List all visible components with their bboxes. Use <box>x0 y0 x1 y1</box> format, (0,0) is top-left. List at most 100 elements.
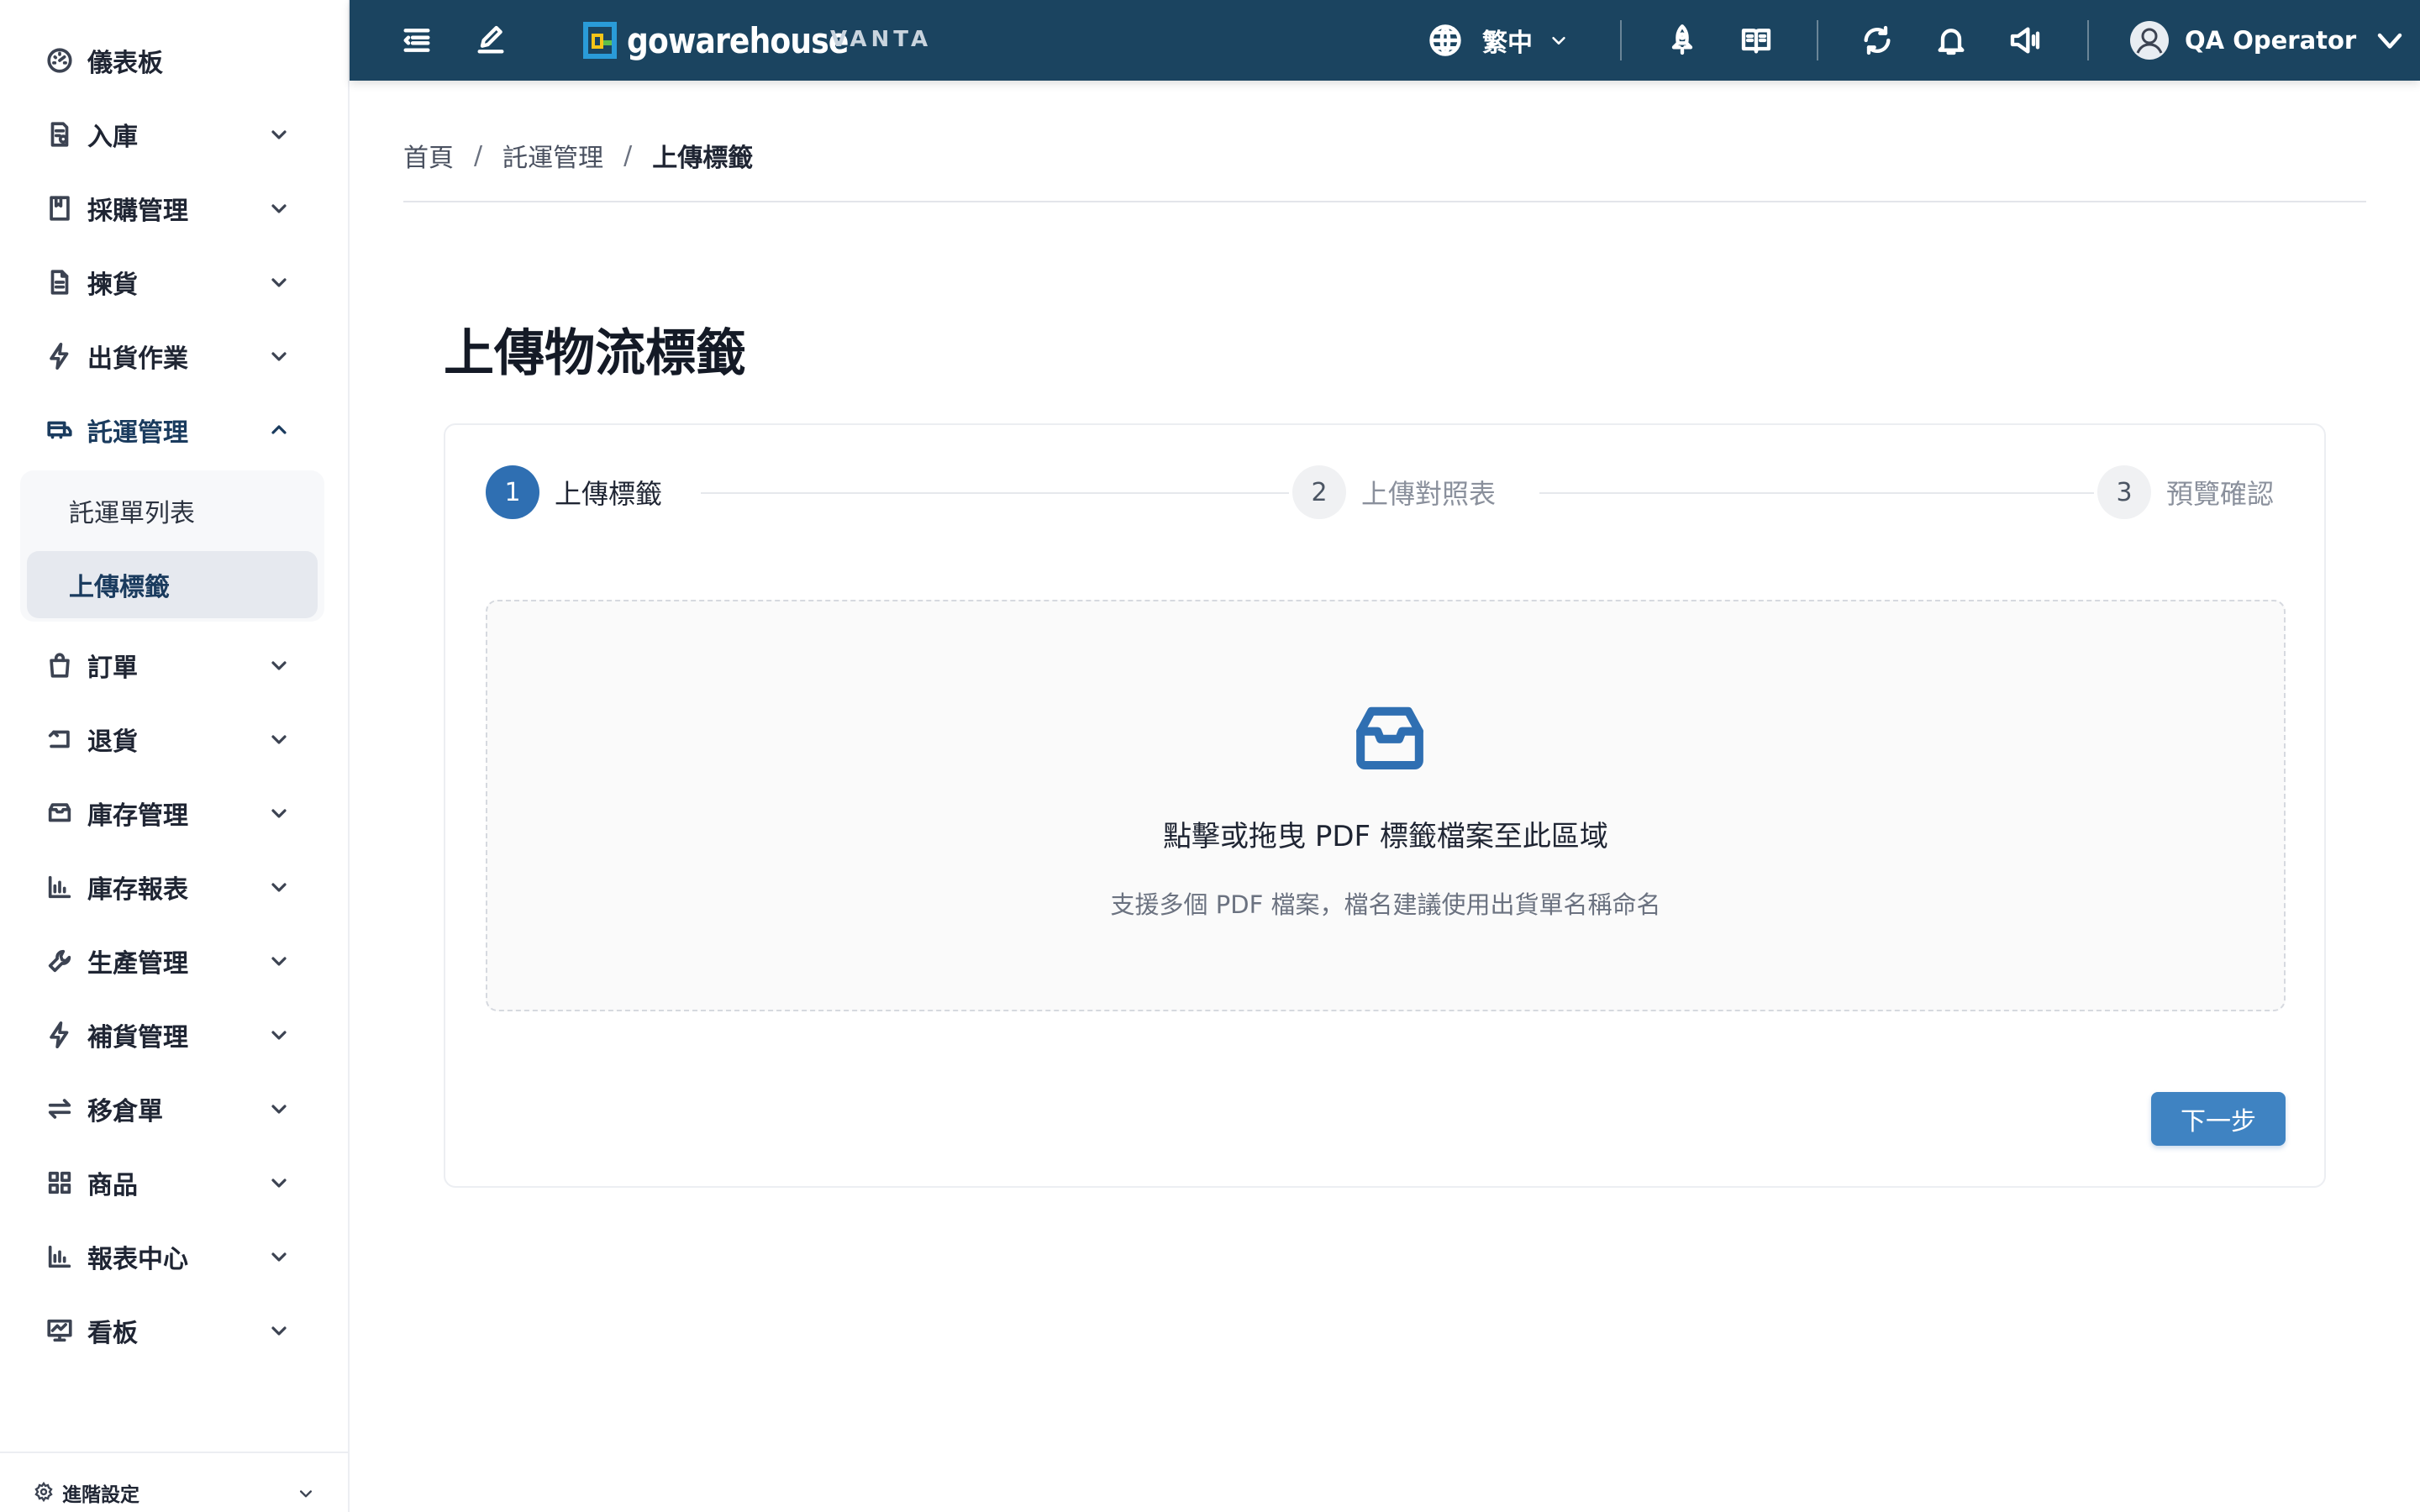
pdf-upload-dropzone[interactable]: 點擊或拖曳 PDF 標籤檔案至此區域 支援多個 PDF 檔案，檔名建議使用出貨單… <box>486 600 2286 1011</box>
sidebar-item-label: 揀貨 <box>87 270 138 300</box>
next-step-button[interactable]: 下一步 <box>2151 1092 2286 1146</box>
step-connector <box>1539 492 2094 494</box>
step-upload-mapping: 2 上傳對照表 <box>1292 465 1496 519</box>
breadcrumb-separator: / <box>474 140 483 171</box>
breadcrumb-current: 上傳標籤 <box>652 144 754 173</box>
header-divider <box>1817 20 1818 60</box>
sidebar-item-label: 採購管理 <box>87 197 188 226</box>
sidebar-item-inventory-report[interactable]: 庫存報表 <box>0 850 350 924</box>
inbox-icon <box>48 803 71 822</box>
logo-mark-icon <box>583 22 617 59</box>
sidebar-item-label: 庫存報表 <box>87 875 188 905</box>
chevron-down-icon <box>271 809 287 818</box>
step-preview-confirm: 3 預覽確認 <box>2097 465 2274 519</box>
menu-fold-button[interactable] <box>397 20 437 60</box>
sidebar-item-label: 出貨作業 <box>87 344 188 374</box>
sidebar-item-products[interactable]: 商品 <box>0 1146 350 1220</box>
sidebar-item-inbound[interactable]: 入庫 <box>0 97 350 171</box>
chevron-down-icon <box>271 1179 287 1188</box>
chevron-down-icon <box>271 130 287 139</box>
sidebar-item-returns[interactable]: 退貨 <box>0 702 350 776</box>
sidebar-item-production[interactable]: 生產管理 <box>0 924 350 998</box>
dropzone-main-text: 點擊或拖曳 PDF 標籤檔案至此區域 <box>1163 820 1608 853</box>
sidebar-item-label: 退貨 <box>87 727 138 757</box>
chevron-down-icon <box>2377 33 2402 49</box>
menu-fold-icon <box>403 29 430 52</box>
lightning-icon <box>50 342 69 370</box>
sidebar-item-board[interactable]: 看板 <box>0 1294 350 1368</box>
sidebar-item-label: 生產管理 <box>87 949 188 979</box>
sidebar-item-shipping[interactable]: 出貨作業 <box>0 319 350 393</box>
sidebar-item-inventory[interactable]: 庫存管理 <box>0 776 350 850</box>
chevron-down-icon <box>271 957 287 966</box>
edit-button[interactable] <box>471 20 511 60</box>
sidebar-item-orders[interactable]: 訂單 <box>0 628 350 702</box>
advanced-settings-label: 進階設定 <box>62 1484 139 1506</box>
chevron-down-icon <box>271 1252 287 1262</box>
board-icon <box>47 1319 72 1342</box>
submenu-item-label: 託運單列表 <box>69 499 195 528</box>
upload-card: 1 上傳標籤 2 上傳對照表 3 預覽確認 點擊或拖曳 PDF 標籤檔案至此區域… <box>444 423 2326 1188</box>
breadcrumb-consignment[interactable]: 託運管理 <box>502 137 603 174</box>
sidebar-item-label: 訂單 <box>87 654 138 683</box>
chevron-down-icon <box>1552 36 1565 45</box>
top-header: gowarehouse VANTA 繁中 QA Operator <box>350 0 2420 81</box>
inbox-icon <box>1356 706 1423 770</box>
step-label: 上傳對照表 <box>1361 478 1497 510</box>
sidebar-item-picking[interactable]: 揀貨 <box>0 245 350 319</box>
chevron-up-icon <box>271 425 287 434</box>
refresh-button[interactable] <box>1857 20 1897 60</box>
header-divider <box>2087 20 2089 60</box>
step-number: 3 <box>2097 465 2151 519</box>
step-label: 上傳標籤 <box>555 478 663 510</box>
megaphone-icon <box>2010 27 2040 54</box>
step-upload-labels: 1 上傳標籤 <box>486 465 662 519</box>
edit-icon <box>477 25 504 54</box>
language-label: 繁中 <box>1482 29 1533 58</box>
chevron-down-icon <box>271 735 287 744</box>
gear-icon <box>34 1482 53 1502</box>
sidebar-item-label: 庫存管理 <box>87 801 188 831</box>
chevron-down-icon <box>271 883 287 892</box>
step-number: 2 <box>1292 465 1346 519</box>
sidebar-item-purchase[interactable]: 採購管理 <box>0 171 350 245</box>
step-number: 1 <box>486 465 539 519</box>
sidebar-item-report-center[interactable]: 報表中心 <box>0 1220 350 1294</box>
sidebar-item-transfer[interactable]: 移倉單 <box>0 1072 350 1146</box>
sidebar-item-replenishment[interactable]: 補貨管理 <box>0 998 350 1072</box>
rocket-icon <box>1671 24 1693 55</box>
picking-icon <box>50 270 69 295</box>
docs-button[interactable] <box>1736 20 1776 60</box>
chevron-down-icon <box>271 1105 287 1114</box>
wrench-icon <box>48 949 71 973</box>
sidebar-item-dashboard[interactable]: 儀表板 <box>0 24 350 97</box>
notifications-button[interactable] <box>1931 20 1971 60</box>
announcements-button[interactable] <box>2005 20 2045 60</box>
sidebar-item-label: 看板 <box>87 1319 138 1348</box>
submenu-item-upload-labels[interactable]: 上傳標籤 <box>27 551 318 618</box>
return-icon <box>48 730 70 748</box>
bar-chart-icon <box>48 875 71 899</box>
submenu-item-label: 上傳標籤 <box>69 573 170 602</box>
user-avatar-icon <box>2130 21 2169 60</box>
purchase-icon <box>50 196 70 221</box>
sidebar-item-label: 移倉單 <box>87 1097 163 1126</box>
language-selector[interactable]: 繁中 <box>1427 20 1568 60</box>
book-icon <box>1741 29 1771 54</box>
chevron-down-icon <box>271 204 287 213</box>
chevron-down-icon <box>271 1326 287 1336</box>
rocket-button[interactable] <box>1662 20 1702 60</box>
chevron-down-icon <box>300 1490 312 1498</box>
breadcrumb-home[interactable]: 首頁 <box>403 137 454 174</box>
user-name: QA Operator <box>2185 26 2357 55</box>
page-title: 上傳物流標籤 <box>444 324 746 383</box>
submenu-item-consignment-list[interactable]: 託運單列表 <box>27 477 318 544</box>
sidebar-item-consignment[interactable]: 託運管理 <box>0 393 350 467</box>
truck-icon <box>47 421 72 439</box>
advanced-settings[interactable]: 進階設定 <box>0 1452 350 1512</box>
user-menu[interactable]: QA Operator <box>2129 18 2405 62</box>
sidebar: 儀表板 入庫 採購管理 揀貨 出貨作業 託運管理 託運單列表 上傳標籤 訂單 退… <box>0 0 350 1512</box>
chevron-down-icon <box>271 278 287 287</box>
bell-icon <box>1938 29 1965 55</box>
sidebar-item-label: 補貨管理 <box>87 1023 188 1053</box>
